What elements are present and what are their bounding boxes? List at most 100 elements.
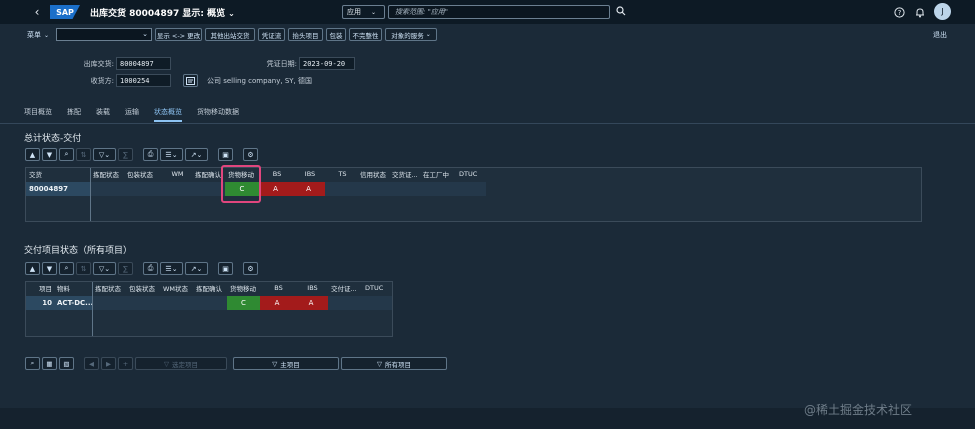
bs-status-cell[interactable]: A (260, 296, 294, 310)
header-items-button[interactable]: 抬头项目 (288, 28, 323, 41)
document-date-field[interactable]: 2023-09-20 (299, 57, 355, 70)
col-header[interactable]: DTUC (362, 282, 392, 294)
col-header[interactable]: 交货证... (389, 168, 420, 180)
avatar[interactable]: J (934, 3, 951, 20)
search-icon[interactable] (616, 6, 628, 18)
main-items-button[interactable]: ▽ 主项目 (233, 357, 339, 370)
col-header[interactable]: IBS (294, 282, 328, 294)
col-header[interactable]: 包装状态 (124, 168, 160, 180)
col-header[interactable]: 项目 (26, 282, 54, 294)
settings-icon[interactable]: ⚙ (243, 148, 258, 161)
item-number-cell[interactable]: 10 (26, 296, 54, 310)
pick-confirm-cell[interactable] (193, 296, 227, 310)
packing-button[interactable]: 包装 (326, 28, 346, 41)
col-header[interactable]: 交货 (26, 168, 90, 180)
col-header[interactable]: 物料 (54, 282, 92, 294)
col-header[interactable]: BS (259, 168, 292, 180)
export-icon[interactable]: ↗⌄ (185, 262, 208, 275)
print-icon[interactable]: ⎙ (143, 148, 158, 161)
all-items-button[interactable]: ▽ 所有项目 (341, 357, 447, 370)
col-header[interactable]: 拣配状态 (90, 168, 124, 180)
col-header[interactable]: 拣配状态 (92, 282, 126, 294)
col-header[interactable]: 拣配确认 (193, 282, 227, 294)
bs-status-cell[interactable]: A (259, 182, 292, 196)
col-header[interactable]: WM状态 (160, 282, 193, 294)
details-icon[interactable]: ▣ (218, 148, 233, 161)
tab-transport[interactable]: 运输 (125, 107, 139, 122)
menu-button[interactable]: 菜单 ⌄ (27, 27, 49, 43)
deselect-all-icon[interactable]: ▧ (59, 357, 74, 370)
exit-button[interactable]: 退出 (933, 30, 947, 40)
sap-logo[interactable]: SAP (50, 5, 80, 19)
credit-status-cell[interactable] (357, 182, 389, 196)
col-header[interactable]: 货物移动 (227, 282, 260, 294)
incompleteness-button[interactable]: 不完整性 (349, 28, 382, 41)
delivery-label: 出库交货: (83, 60, 114, 68)
material-cell[interactable]: ACT-DC... (54, 296, 92, 310)
tab-item-overview[interactable]: 项目概览 (24, 107, 52, 122)
settings-icon[interactable]: ⚙ (243, 262, 258, 275)
tab-loading[interactable]: 装载 (96, 107, 110, 122)
delivery-cert-cell[interactable] (389, 182, 420, 196)
zoom-icon[interactable]: ⌕ (25, 357, 40, 370)
collapse-up-icon[interactable]: ▲ (25, 148, 40, 161)
ts-status-cell[interactable] (325, 182, 357, 196)
col-header[interactable]: BS (260, 282, 294, 294)
search-input[interactable]: 搜索范围: "应用" (388, 5, 610, 19)
notification-bell-icon[interactable] (914, 4, 926, 20)
object-services-button[interactable]: 对象的服务 ⌄ (385, 28, 437, 41)
toolbar-dropdown[interactable]: ⌄ (56, 28, 152, 41)
goods-movement-status-cell[interactable]: C (227, 296, 260, 310)
help-icon[interactable]: ? (893, 4, 905, 20)
app-title[interactable]: 出库交货 80004897 显示: 概览 ⌄ (90, 6, 235, 19)
packing-status-cell[interactable] (124, 182, 160, 196)
view-icon[interactable]: ☰⌄ (160, 262, 183, 275)
find-icon[interactable]: ⌕ (59, 262, 74, 275)
col-header[interactable]: IBS (292, 168, 325, 180)
expand-down-icon[interactable]: ▼ (42, 262, 57, 275)
wm-status-cell[interactable] (160, 296, 193, 310)
select-all-icon[interactable]: ▦ (42, 357, 57, 370)
picking-status-cell[interactable] (90, 182, 124, 196)
col-header[interactable]: 信用状态 (357, 168, 389, 180)
filter-icon: ▽ (377, 359, 382, 368)
delivery-number-field[interactable]: 80004897 (116, 57, 171, 70)
in-plant-cell[interactable] (420, 182, 456, 196)
details-icon[interactable]: ▣ (218, 262, 233, 275)
tab-picking[interactable]: 拣配 (67, 107, 81, 122)
ibs-status-cell[interactable]: A (294, 296, 328, 310)
back-icon[interactable]: ‹ (30, 5, 44, 19)
ibs-status-cell[interactable]: A (292, 182, 325, 196)
export-icon[interactable]: ↗⌄ (185, 148, 208, 161)
view-icon[interactable]: ☰⌄ (160, 148, 183, 161)
search-scope-select[interactable]: 应用 ⌄ (342, 5, 385, 19)
col-header[interactable]: DTUC (456, 168, 486, 180)
ship-to-field[interactable]: 1000254 (116, 74, 171, 87)
picking-status-cell[interactable] (92, 296, 126, 310)
col-header[interactable]: 包装状态 (126, 282, 160, 294)
find-icon[interactable]: ⌕ (59, 148, 74, 161)
other-delivery-button[interactable]: 其他出站交货 (205, 28, 255, 41)
tab-goods-movement-data[interactable]: 货物移动数据 (197, 107, 239, 122)
packing-status-cell[interactable] (126, 296, 160, 310)
table-row[interactable]: 10 ACT-DC... C A A (26, 296, 392, 310)
delivery-cert-cell[interactable] (328, 296, 362, 310)
dtuc-cell[interactable] (456, 182, 486, 196)
filter-icon[interactable]: ▽⌄ (93, 262, 116, 275)
col-header[interactable]: WM (160, 168, 192, 180)
tab-status-overview[interactable]: 状态概览 (154, 107, 182, 122)
delivery-cell[interactable]: 80004897 (26, 182, 90, 196)
col-header[interactable]: 交付证... (328, 282, 362, 294)
dtuc-cell[interactable] (362, 296, 392, 310)
display-change-button[interactable]: 显示 <-> 更改 (155, 28, 202, 41)
last-item-icon: ▶ (101, 357, 116, 370)
collapse-up-icon[interactable]: ▲ (25, 262, 40, 275)
address-details-icon[interactable] (183, 74, 198, 87)
filter-icon[interactable]: ▽⌄ (93, 148, 116, 161)
print-icon[interactable]: ⎙ (143, 262, 158, 275)
col-header[interactable]: TS (325, 168, 357, 180)
col-header[interactable]: 在工厂中 (420, 168, 456, 180)
document-flow-button[interactable]: 凭证流 (258, 28, 285, 41)
expand-down-icon[interactable]: ▼ (42, 148, 57, 161)
wm-status-cell[interactable] (160, 182, 192, 196)
